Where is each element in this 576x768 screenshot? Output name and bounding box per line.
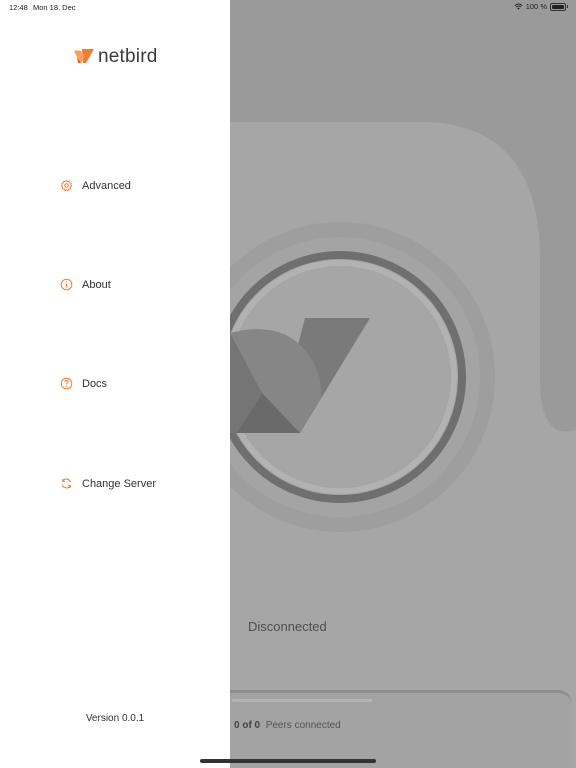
- app-version: Version 0.0.1: [85, 713, 145, 724]
- gear-icon: [60, 179, 73, 192]
- menu-item-advanced[interactable]: Advanced: [60, 179, 131, 192]
- menu-item-change-server[interactable]: Change Server: [60, 477, 156, 490]
- refresh-icon: [61, 478, 72, 489]
- question-icon: [60, 377, 73, 390]
- brand-logo: netbird: [74, 46, 158, 68]
- peers-count: 0 of 0: [234, 720, 261, 731]
- menu-item-docs[interactable]: Docs: [60, 377, 107, 390]
- status-date: Mon 18. Dec: [33, 3, 76, 12]
- menu-item-label: Change Server: [82, 477, 156, 490]
- battery-percent: 100 %: [525, 2, 547, 11]
- menu-item-label: Docs: [82, 377, 108, 390]
- connection-status-label: Disconnected: [248, 619, 327, 634]
- netbird-logo-icon: [74, 49, 94, 63]
- menu-item-label: Advanced: [82, 179, 131, 192]
- side-drawer: netbird Advanced About Docs Change Serve…: [0, 0, 230, 768]
- menu-item-about[interactable]: About: [60, 278, 111, 291]
- status-indicators: 100 %: [514, 2, 568, 11]
- wifi-icon: [514, 3, 523, 10]
- brand-name: netbird: [98, 46, 158, 67]
- peers-summary: 0 of 0 Peers connected: [234, 720, 341, 731]
- battery-icon: [550, 2, 568, 11]
- status-time: 12:48: [9, 3, 28, 12]
- info-icon: [60, 278, 73, 291]
- main-content-dimmed: Disconnected 0 of 0 Peers connected: [230, 0, 576, 768]
- menu-item-label: About: [82, 278, 111, 291]
- status-bar: 12:48 Mon 18. Dec 100 %: [0, 0, 576, 14]
- home-indicator[interactable]: [200, 759, 376, 763]
- peers-label: Peers connected: [265, 720, 341, 731]
